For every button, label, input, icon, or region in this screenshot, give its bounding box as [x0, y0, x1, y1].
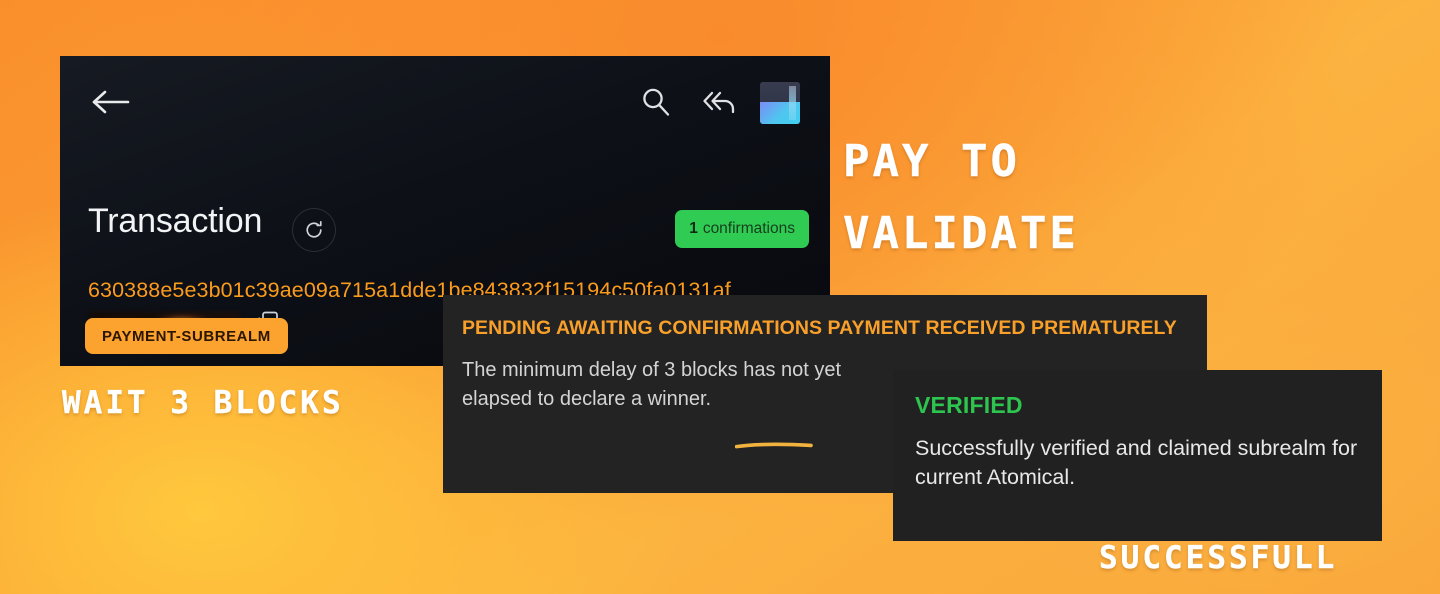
screenshot-root: Transaction 1 confirmations 630388e5e3b0… — [0, 0, 1440, 594]
verified-tooltip-panel: VERIFIED Successfully verified and claim… — [893, 370, 1382, 541]
transaction-title-row: Transaction 1 confirmations — [60, 202, 830, 266]
confirmations-label: confirmations — [702, 220, 795, 237]
back-arrow-icon[interactable] — [90, 86, 134, 118]
pending-body: The minimum delay of 3 blocks has not ye… — [462, 358, 842, 411]
pending-title: PENDING AWAITING CONFIRMATIONS PAYMENT R… — [462, 317, 1177, 339]
annotation-wait-blocks: WAIT 3 BLOCKS — [62, 385, 344, 421]
refresh-icon[interactable] — [292, 208, 336, 252]
payment-type-badge: PAYMENT-SUBREALM — [85, 318, 288, 354]
reply-all-icon[interactable] — [700, 84, 740, 120]
status-badge: 1 confirmations — [675, 210, 809, 248]
verified-title: VERIFIED — [915, 392, 1023, 418]
blocks-underline-annotation — [735, 442, 813, 449]
app-logo-spine — [789, 86, 796, 120]
page-title: Transaction — [88, 202, 263, 240]
app-logo-icon[interactable] — [760, 82, 800, 124]
search-icon[interactable] — [638, 84, 674, 120]
annotation-validate: VALIDATE — [843, 208, 1079, 259]
app-toolbar — [60, 56, 830, 148]
verified-body: Successfully verified and claimed subrea… — [915, 436, 1358, 489]
annotation-pay-to: PAY TO — [843, 136, 1020, 187]
annotation-successfull: SUCCESSFULL — [1099, 540, 1338, 576]
confirmations-count: 1 — [689, 220, 698, 237]
